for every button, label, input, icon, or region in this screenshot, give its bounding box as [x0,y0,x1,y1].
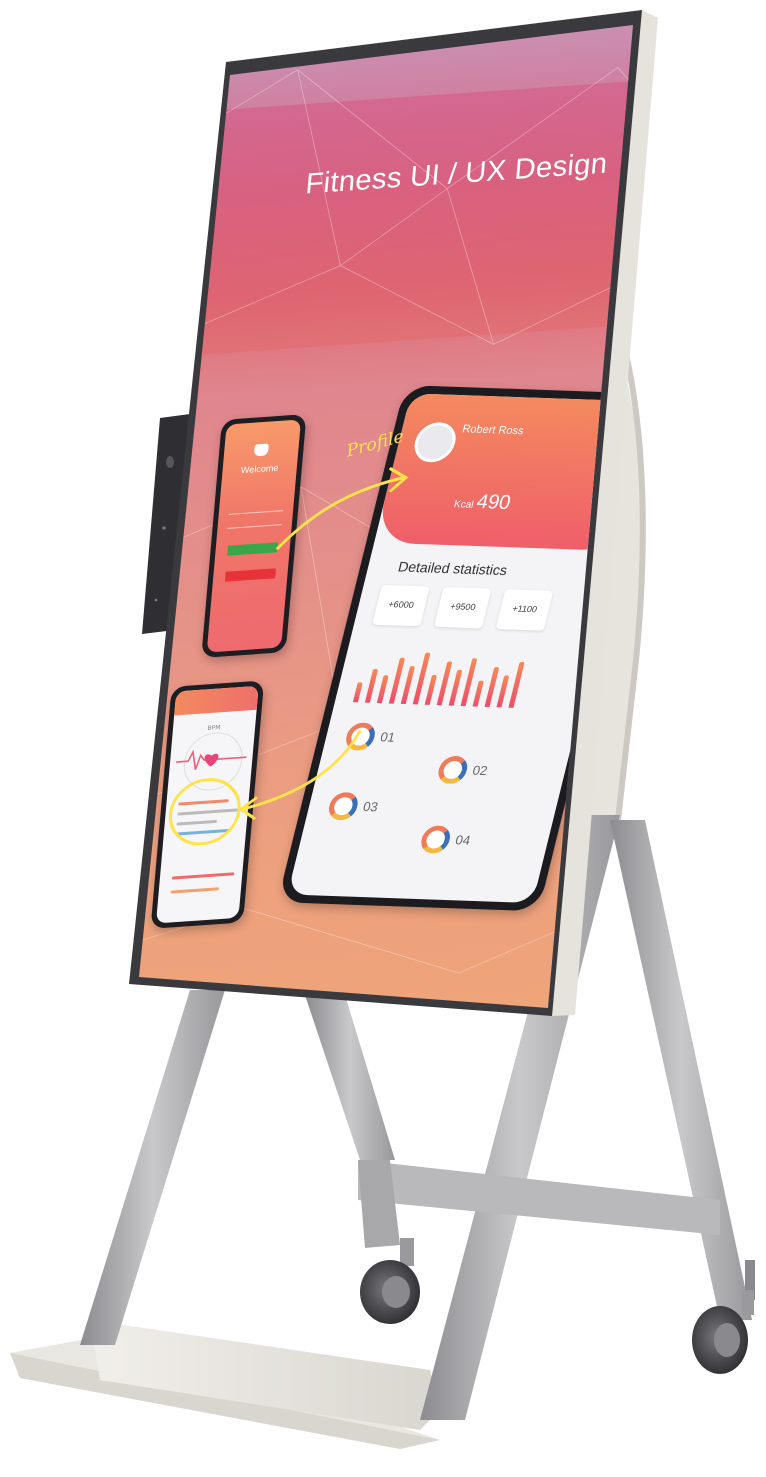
caster-wheel-left [360,1238,420,1324]
stand-base [10,1320,440,1449]
